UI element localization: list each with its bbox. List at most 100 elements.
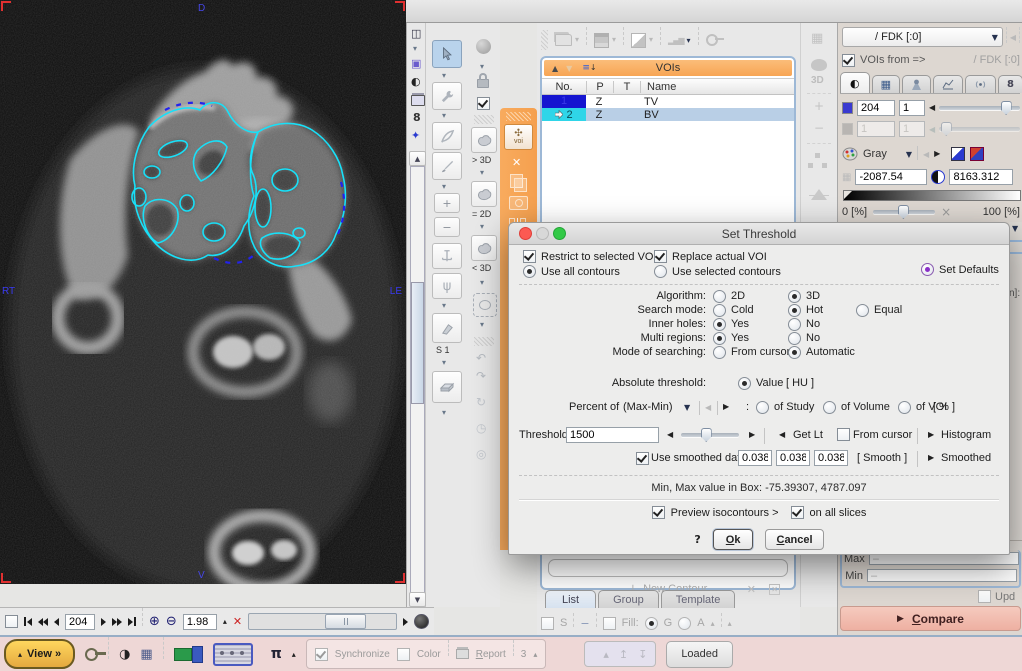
voi-snapshot-icon[interactable] bbox=[509, 196, 528, 210]
calculator-icon[interactable]: ▦ bbox=[140, 647, 152, 662]
iso-3d-up-dropdown[interactable]: ▾ bbox=[480, 169, 484, 177]
smoothed-label[interactable]: Smoothed bbox=[941, 452, 991, 464]
of-study-radio[interactable] bbox=[756, 401, 769, 414]
strip-handle[interactable] bbox=[506, 112, 531, 121]
percent-reset-icon[interactable]: × bbox=[941, 205, 951, 219]
hierarchy-tree-icon[interactable] bbox=[815, 153, 820, 158]
threshold-slider-thumb[interactable] bbox=[701, 428, 712, 442]
layout-split-icon[interactable]: ◫ bbox=[411, 27, 421, 40]
invert-display-icon[interactable] bbox=[931, 170, 945, 184]
inner-holes-no-radio[interactable] bbox=[788, 318, 801, 331]
window-step-input[interactable] bbox=[899, 100, 925, 116]
scroll-right-button[interactable] bbox=[403, 618, 408, 626]
multi-regions-no-radio[interactable] bbox=[788, 332, 801, 345]
next-slice-button[interactable] bbox=[101, 618, 106, 626]
page-up-icon[interactable]: ▴ bbox=[603, 648, 609, 661]
voi-name-input[interactable] bbox=[548, 559, 788, 577]
eraser-3d-tool-button[interactable] bbox=[432, 371, 462, 403]
tab-statistics[interactable] bbox=[933, 75, 963, 93]
crosshair-target-icon[interactable]: ✦ bbox=[411, 129, 420, 142]
zoom-factor-input[interactable] bbox=[183, 614, 217, 630]
voi-row-tv[interactable]: 1 Z TV bbox=[542, 95, 794, 108]
dialog-close-button[interactable] bbox=[519, 227, 532, 240]
open-voi-dropdown[interactable]: ▾ bbox=[575, 36, 579, 44]
brush-tool-button[interactable] bbox=[432, 152, 462, 180]
fill-more-arrow[interactable]: ▴ bbox=[711, 619, 715, 628]
refresh-contours-icon[interactable]: ↻ bbox=[476, 395, 486, 409]
iso-enable-checkbox[interactable] bbox=[477, 97, 490, 110]
printer-icon[interactable] bbox=[411, 95, 425, 106]
tab-link[interactable]: 8 bbox=[998, 75, 1022, 93]
reset-view-icon[interactable]: ✕ bbox=[233, 615, 242, 628]
remove-point-button[interactable]: − bbox=[434, 217, 460, 237]
contrast-icon[interactable]: ◐ bbox=[411, 75, 421, 88]
statistics-chart-icon[interactable]: ▂▄▆ bbox=[668, 36, 683, 45]
footer-more-arrow[interactable]: ▴ bbox=[728, 619, 732, 628]
loaded-status-button[interactable]: Loaded bbox=[666, 641, 733, 668]
view-menu-button[interactable]: ▴ View » bbox=[4, 639, 75, 669]
sub-step-input[interactable] bbox=[899, 121, 925, 137]
smoothed-arrow[interactable]: ▶ bbox=[928, 454, 934, 462]
iso-3d-down-button[interactable] bbox=[471, 235, 497, 261]
vois-from-checkbox[interactable] bbox=[842, 54, 855, 67]
use-selected-contours-radio[interactable] bbox=[654, 265, 667, 278]
colormap-next-arrow[interactable]: ▶ bbox=[934, 150, 940, 158]
pan-scrollbar[interactable] bbox=[248, 613, 397, 630]
sub-slider-thumb[interactable] bbox=[941, 122, 952, 136]
of-volume-radio[interactable] bbox=[823, 401, 836, 414]
slice-scrollbar[interactable] bbox=[410, 166, 425, 602]
lut-gradient-bar[interactable] bbox=[843, 190, 1021, 201]
target-marker-icon[interactable]: ◎ bbox=[476, 447, 486, 461]
update-checkbox[interactable] bbox=[978, 590, 991, 603]
preview-isocontours-checkbox[interactable] bbox=[652, 506, 665, 519]
fast-back-button[interactable] bbox=[38, 618, 48, 626]
percent-slider-thumb[interactable] bbox=[898, 205, 909, 219]
col-t[interactable]: T bbox=[614, 81, 641, 93]
voi-move-button[interactable]: ✣ voi bbox=[504, 124, 533, 150]
sub-value-input[interactable] bbox=[857, 121, 895, 137]
layout-count-arrow[interactable]: ▴ bbox=[533, 650, 537, 659]
dialog-zoom-button[interactable] bbox=[553, 227, 566, 240]
save-voi-dropdown[interactable]: ▾ bbox=[612, 36, 616, 44]
lut-editor-icon[interactable] bbox=[951, 147, 965, 161]
link-chain-icon[interactable]: 8 bbox=[413, 111, 421, 124]
line-width-icon[interactable]: − bbox=[580, 617, 589, 630]
replace-voi-checkbox[interactable] bbox=[654, 250, 667, 263]
compare-button[interactable]: ▶ Compare bbox=[840, 606, 1021, 631]
interpolate-tool-button[interactable] bbox=[432, 243, 462, 269]
fill-checkbox[interactable] bbox=[603, 617, 616, 630]
overlay-checkbox[interactable] bbox=[5, 615, 18, 628]
histogram-label[interactable]: Histogram bbox=[941, 429, 991, 441]
window-decrement-arrow[interactable]: ◀ bbox=[929, 104, 935, 112]
display-mode-icon[interactable]: ◑ bbox=[119, 647, 130, 662]
display-icon[interactable]: ▣ bbox=[411, 57, 421, 70]
percent-mode-select[interactable]: (Max-Min) bbox=[623, 401, 673, 413]
use-smoothed-checkbox[interactable] bbox=[636, 452, 649, 465]
pyramid-marker-icon[interactable] bbox=[811, 181, 827, 200]
auto-contour-dropdown[interactable]: ▾ bbox=[442, 112, 446, 120]
voi-delete-icon[interactable]: ✕ bbox=[512, 156, 521, 169]
help-button[interactable]: ? bbox=[694, 533, 700, 546]
percent-next-arrow[interactable]: ▶ bbox=[723, 403, 729, 411]
slice-scroll-up-button[interactable]: ▲ bbox=[409, 151, 426, 166]
voi-copy-icon[interactable] bbox=[510, 174, 523, 188]
window-slider[interactable] bbox=[939, 106, 1020, 110]
page-bottom-icon[interactable]: ↧ bbox=[638, 648, 647, 661]
cine-preview-icon[interactable] bbox=[213, 643, 253, 666]
first-slice-button[interactable] bbox=[24, 617, 32, 626]
iso-group-handle[interactable] bbox=[474, 115, 494, 124]
colormap-prev-arrow[interactable]: ◀ bbox=[923, 150, 929, 159]
delete-all-contours-icon[interactable]: ✕ bbox=[769, 584, 780, 595]
fast-forward-button[interactable] bbox=[112, 618, 122, 626]
auto-contour-tool-button[interactable] bbox=[432, 82, 462, 110]
all-slices-checkbox[interactable] bbox=[791, 506, 804, 519]
iso-2d-button[interactable] bbox=[471, 181, 497, 207]
search-equal-radio[interactable] bbox=[856, 304, 869, 317]
tab-group[interactable]: Group bbox=[598, 590, 659, 608]
hot-spot-tool-button[interactable] bbox=[473, 293, 497, 317]
threshold-input[interactable] bbox=[566, 427, 659, 443]
report-label[interactable]: Report bbox=[476, 649, 506, 660]
settings-key-icon[interactable] bbox=[85, 648, 98, 661]
zoom-menu-arrow[interactable]: ▴ bbox=[223, 617, 227, 626]
pointer-tool-button[interactable] bbox=[432, 40, 462, 68]
